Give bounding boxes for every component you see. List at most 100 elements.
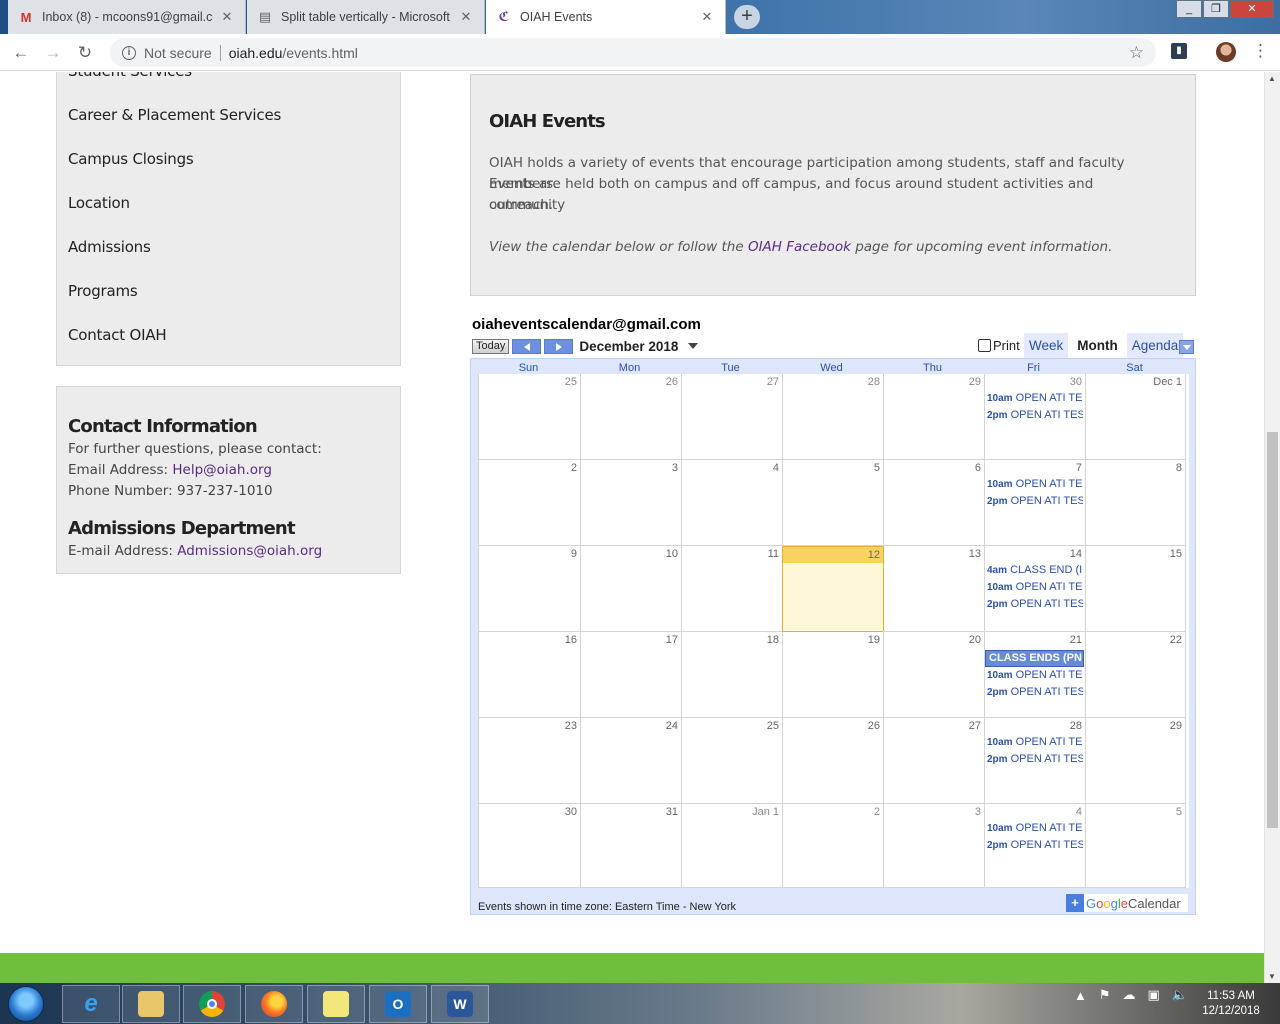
calendar-event[interactable]: 10am OPEN ATI TE — [987, 478, 1083, 490]
day-number[interactable]: Jan 1 — [752, 806, 779, 818]
calendar-event[interactable]: 2pm OPEN ATI TES — [987, 495, 1083, 507]
start-button[interactable] — [8, 986, 44, 1022]
internet-explorer-icon[interactable]: e — [62, 985, 120, 1023]
day-number[interactable]: 28 — [868, 376, 880, 388]
day-number[interactable]: 25 — [565, 376, 577, 388]
day-number[interactable]: 13 — [969, 548, 981, 560]
close-icon[interactable]: ✕ — [458, 9, 474, 25]
window-close-button[interactable]: ✕ — [1230, 0, 1274, 18]
day-number[interactable]: 12 — [868, 549, 880, 561]
flag-icon[interactable]: ⚑ — [1099, 987, 1111, 1003]
day-cell[interactable]: 10 — [580, 546, 682, 632]
day-cell[interactable]: 21 CLASS ENDS (PN 10am OPEN ATI TE 2pm OPEN… — [984, 632, 1086, 718]
today-button[interactable]: Today — [472, 338, 510, 354]
day-cell[interactable]: 4 — [681, 460, 783, 546]
tab-gmail[interactable]: M Inbox (8) - mcoons91@gmail.con ✕ — [8, 0, 246, 34]
day-cell[interactable]: 17 — [580, 632, 682, 718]
day-number[interactable]: 27 — [767, 376, 779, 388]
day-cell[interactable]: 4 10am OPEN ATI TE 2pm OPEN ATI TES — [984, 804, 1086, 888]
day-cell[interactable]: 23 — [479, 718, 581, 804]
day-cell[interactable]: 2 — [479, 460, 581, 546]
day-cell[interactable]: 20 — [883, 632, 985, 718]
day-number[interactable]: 4 — [773, 462, 779, 474]
address-bar[interactable]: i Not secure oiah.edu/events.html ☆ — [110, 38, 1156, 67]
day-number[interactable]: 30 — [565, 806, 577, 818]
profile-avatar[interactable] — [1216, 42, 1236, 62]
day-number[interactable]: 8 — [1176, 462, 1182, 474]
day-cell[interactable]: 19 — [782, 632, 884, 718]
prev-month-button[interactable] — [512, 338, 542, 354]
day-cell[interactable]: 26 — [580, 374, 682, 460]
day-number[interactable]: 30 — [1070, 376, 1082, 388]
day-cell[interactable]: 16 — [479, 632, 581, 718]
minimize-button[interactable]: _ — [1176, 0, 1202, 18]
day-number[interactable]: 3 — [672, 462, 678, 474]
day-number[interactable]: 22 — [1170, 634, 1182, 646]
word-icon[interactable]: W — [431, 985, 489, 1023]
next-month-button[interactable] — [544, 338, 574, 354]
print-button[interactable]: Print — [978, 338, 1020, 353]
system-clock[interactable]: 11:53 AM 12/12/2018 — [1196, 989, 1266, 1019]
day-number[interactable]: 7 — [1076, 462, 1082, 474]
reload-icon[interactable]: ↻ — [74, 42, 96, 64]
firefox-icon[interactable] — [245, 985, 303, 1023]
day-cell[interactable]: 11 — [681, 546, 783, 632]
month-label[interactable]: December 2018 — [579, 339, 678, 354]
day-number[interactable]: 10 — [666, 548, 678, 560]
calendar-event[interactable]: 2pm OPEN ATI TES — [987, 409, 1083, 421]
day-cell[interactable]: 30 — [479, 804, 581, 888]
tab-week[interactable]: Week — [1024, 333, 1069, 359]
tab-month[interactable]: Month — [1072, 333, 1123, 359]
back-arrow-icon[interactable]: ← — [10, 42, 32, 64]
chevron-down-icon[interactable] — [688, 343, 699, 349]
extension-icon[interactable]: ▮ — [1171, 43, 1187, 59]
calendar-event[interactable]: 4am CLASS END (I — [987, 564, 1083, 576]
calendar-event[interactable]: 2pm OPEN ATI TES — [987, 598, 1083, 610]
day-number[interactable]: 11 — [768, 548, 779, 560]
day-number[interactable]: 16 — [565, 634, 577, 646]
day-cell[interactable]: 31 — [580, 804, 682, 888]
sticky-notes-icon[interactable] — [307, 985, 365, 1023]
day-cell[interactable]: 3 — [580, 460, 682, 546]
day-number[interactable]: 20 — [969, 634, 981, 646]
day-cell[interactable]: 3 — [883, 804, 985, 888]
calendar-event[interactable]: 10am OPEN ATI TE — [987, 822, 1083, 834]
day-cell[interactable]: 5 — [1085, 804, 1186, 888]
calendar-event[interactable]: 10am OPEN ATI TE — [987, 736, 1083, 748]
day-cell[interactable]: 13 — [883, 546, 985, 632]
day-number[interactable]: Dec 1 — [1153, 376, 1182, 388]
new-tab-button[interactable]: + — [734, 5, 760, 29]
day-number[interactable]: 23 — [565, 720, 577, 732]
calendar-event[interactable]: 2pm OPEN ATI TES — [987, 686, 1083, 698]
close-icon[interactable]: ✕ — [699, 9, 715, 25]
day-number[interactable]: 4 — [1076, 806, 1082, 818]
day-number[interactable]: 26 — [666, 376, 678, 388]
day-number[interactable]: 2 — [571, 462, 577, 474]
tab-agenda[interactable]: Agenda — [1126, 333, 1184, 359]
day-cell[interactable]: 25 — [681, 718, 783, 804]
calendar-event[interactable]: 2pm OPEN ATI TES — [987, 839, 1083, 851]
day-number[interactable]: 28 — [1070, 720, 1082, 732]
scroll-up-icon[interactable]: ▲ — [1268, 74, 1276, 83]
day-number[interactable]: 29 — [969, 376, 981, 388]
scroll-down-icon[interactable]: ▼ — [1268, 972, 1276, 981]
day-number[interactable]: 19 — [868, 634, 880, 646]
network-icon[interactable]: ▣ — [1148, 987, 1160, 1003]
menu-kebab-icon[interactable]: ⋮ — [1252, 41, 1269, 61]
day-number[interactable]: 31 — [666, 806, 678, 818]
day-cell[interactable]: 6 — [883, 460, 985, 546]
forward-arrow-icon[interactable]: → — [42, 42, 64, 64]
day-cell[interactable]: 12 — [782, 546, 884, 632]
day-number[interactable]: 27 — [969, 720, 981, 732]
calendar-event[interactable]: 10am OPEN ATI TE — [987, 392, 1083, 404]
day-number[interactable]: 9 — [571, 548, 577, 560]
calendar-event[interactable]: 10am OPEN ATI TE — [987, 669, 1083, 681]
day-cell[interactable]: Jan 1 — [681, 804, 783, 888]
page-scrollbar[interactable]: ▲ ▼ — [1264, 72, 1280, 983]
day-cell[interactable]: 29 — [1085, 718, 1186, 804]
day-cell[interactable]: 9 — [479, 546, 581, 632]
day-cell[interactable]: 30 10am OPEN ATI TE 2pm OPEN ATI TES — [984, 374, 1086, 460]
tab-microsoft[interactable]: ▤ Split table vertically - Microsoft C ✕ — [247, 0, 485, 34]
day-cell[interactable]: 18 — [681, 632, 783, 718]
tray-expand-icon[interactable]: ▲ — [1074, 988, 1087, 1003]
